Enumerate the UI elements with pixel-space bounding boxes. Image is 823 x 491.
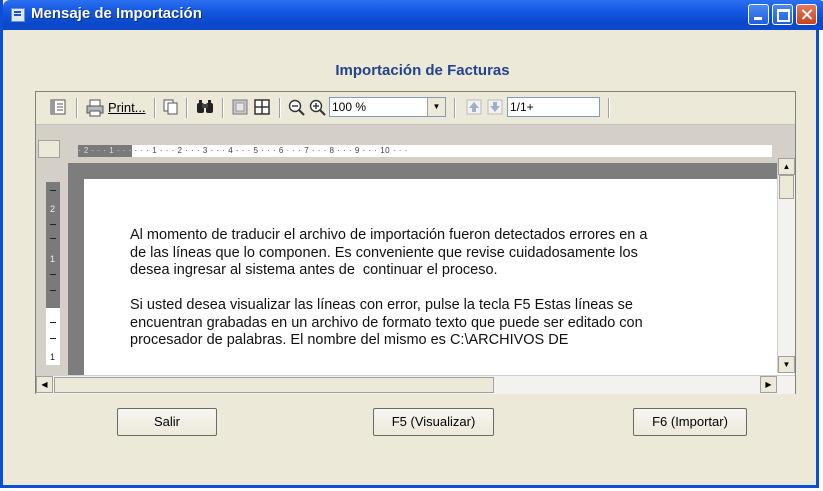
copy-icon[interactable]: [163, 99, 179, 117]
document-page: Al momento de traducir el archivo de imp…: [84, 179, 795, 377]
toolbar-separator: [608, 98, 610, 118]
page-title-text: Importación de Facturas: [335, 62, 510, 79]
ruler-scale: · · · 1 · · · 2 · · · 3 · · · 4 · · · 5 …: [131, 146, 408, 155]
toolbar-separator: [186, 98, 188, 118]
multi-page-icon[interactable]: [254, 99, 270, 117]
viewer-toolbar: Print... 100 % ▼ 1/1+: [36, 92, 795, 125]
zoom-out-icon[interactable]: [288, 99, 305, 117]
page-title: Importación de Facturas: [3, 62, 822, 79]
horizontal-scrollbar[interactable]: ◀ ▶: [36, 375, 795, 394]
ruler-corner: [38, 140, 60, 158]
page-number-value: 1/1+: [510, 100, 534, 114]
scroll-down-icon[interactable]: ▼: [778, 356, 795, 373]
print-button[interactable]: Print...: [108, 100, 146, 118]
horizontal-scroll-thumb[interactable]: [54, 377, 494, 393]
document-line: desea ingresar al sistema antes de conti…: [130, 262, 498, 278]
document-line: Si usted desea visualizar las líneas con…: [130, 297, 633, 313]
title-bar: Mensaje de Importación: [3, 0, 823, 30]
maximize-icon[interactable]: [772, 4, 793, 25]
view-button[interactable]: F5 (Visualizar): [373, 408, 494, 436]
toolbar-separator: [222, 98, 224, 118]
page-down-icon[interactable]: [487, 99, 503, 117]
scroll-left-icon[interactable]: ◀: [36, 376, 53, 393]
window-title: Mensaje de Importación: [31, 5, 202, 22]
print-icon[interactable]: [86, 99, 104, 117]
vertical-scroll-thumb[interactable]: [779, 175, 794, 199]
ruler-margin: · 2 · · · 1 · · ·: [78, 145, 132, 157]
ruler-number: 2: [50, 204, 56, 214]
ruler-number: 1: [50, 254, 56, 264]
toggle-tree-icon[interactable]: [50, 99, 66, 117]
page-number-field[interactable]: 1/1+: [507, 97, 600, 117]
document-text: Al momento de traducir el archivo de imp…: [130, 227, 647, 350]
ruler-row: · 2 · · · 1 · · · · · · 1 · · · 2 · · · …: [36, 140, 795, 158]
document-area: Al momento de traducir el archivo de imp…: [68, 163, 795, 377]
close-icon[interactable]: [796, 4, 817, 25]
page-up-icon[interactable]: [466, 99, 482, 117]
zoom-select[interactable]: 100 % ▼: [329, 97, 446, 117]
document-line: procesador de palabras. El nombre del mi…: [130, 332, 569, 348]
scroll-up-icon[interactable]: ▲: [778, 158, 795, 175]
document-line: de las líneas que lo componen. Es conven…: [130, 244, 638, 261]
toolbar-separator: [154, 98, 156, 118]
import-button[interactable]: F6 (Importar): [633, 408, 747, 436]
toolbar-separator: [76, 98, 78, 118]
ruler-number: 1: [50, 352, 56, 362]
exit-button[interactable]: Salir: [117, 408, 217, 436]
single-page-icon[interactable]: [232, 99, 248, 117]
zoom-value: 100 %: [332, 100, 367, 114]
vertical-ruler: 2 1 1: [46, 182, 60, 365]
zoom-in-icon[interactable]: [309, 99, 326, 117]
document-line: encuentran grabadas en un archivo de for…: [130, 314, 643, 331]
minimize-icon[interactable]: [748, 4, 769, 25]
chevron-down-icon[interactable]: ▼: [427, 98, 445, 116]
scroll-right-icon[interactable]: ▶: [760, 376, 777, 393]
find-icon[interactable]: [196, 99, 214, 117]
vertical-scrollbar[interactable]: ▲ ▼: [777, 158, 795, 373]
toolbar-separator: [279, 98, 281, 118]
app-icon: [11, 8, 25, 22]
report-viewer: Print... 100 % ▼ 1/1+ · 2 · · · 1 · · · ·…: [35, 91, 796, 394]
horizontal-ruler: · 2 · · · 1 · · · · · · 1 · · · 2 · · · …: [78, 145, 772, 157]
document-line: Al momento de traducir el archivo de imp…: [130, 227, 648, 243]
window: Mensaje de Importación Importación de Fa…: [0, 0, 823, 488]
toolbar-separator: [454, 98, 456, 118]
